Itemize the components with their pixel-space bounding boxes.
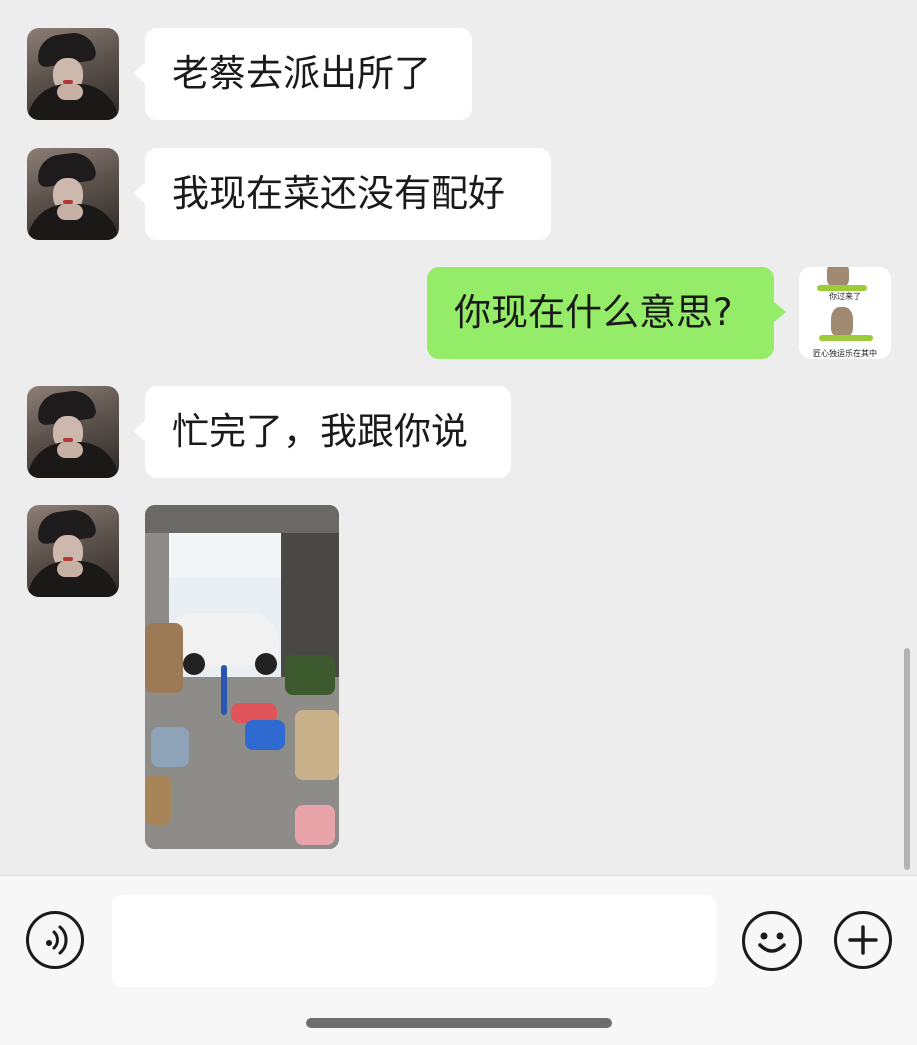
message-row: 我现在菜还没有配好 (0, 148, 917, 242)
incoming-message-bubble[interactable]: 我现在菜还没有配好 (133, 148, 551, 240)
message-row: 你现在什么意思? 你过来了 匠心独运乐在其中 (0, 267, 917, 361)
message-input[interactable] (112, 895, 716, 987)
message-row: 忙完了，我跟你说 (0, 386, 917, 480)
contact-avatar[interactable] (27, 28, 119, 120)
voice-icon[interactable] (26, 911, 84, 969)
sticker-bottom-caption: 匠心独运乐在其中 (813, 349, 877, 358)
chat-history: 老蔡去派出所了 我现在菜还没有配好 你现在什么意思? 你过来了 匠心独运乐在其中… (0, 0, 917, 875)
home-indicator[interactable] (306, 1018, 612, 1028)
outgoing-message-bubble[interactable]: 你现在什么意思? (427, 267, 786, 359)
message-row: 老蔡去派出所了 (0, 28, 917, 122)
contact-avatar[interactable] (27, 148, 119, 240)
contact-avatar[interactable] (27, 505, 119, 597)
chat-input-bar (0, 875, 917, 1045)
sticker-top-caption: 你过来了 (829, 292, 861, 301)
incoming-message-bubble[interactable]: 忙完了，我跟你说 (133, 386, 511, 478)
donkey-sticker-icon[interactable]: 你过来了 匠心独运乐在其中 (799, 267, 891, 359)
plus-icon[interactable] (834, 911, 892, 969)
warehouse-photo-thumbnail[interactable] (145, 505, 339, 849)
incoming-message-bubble[interactable]: 老蔡去派出所了 (133, 28, 472, 120)
message-row (0, 505, 917, 851)
emoji-icon[interactable] (742, 911, 802, 971)
contact-avatar[interactable] (27, 386, 119, 478)
chat-scrollbar[interactable] (904, 648, 910, 870)
